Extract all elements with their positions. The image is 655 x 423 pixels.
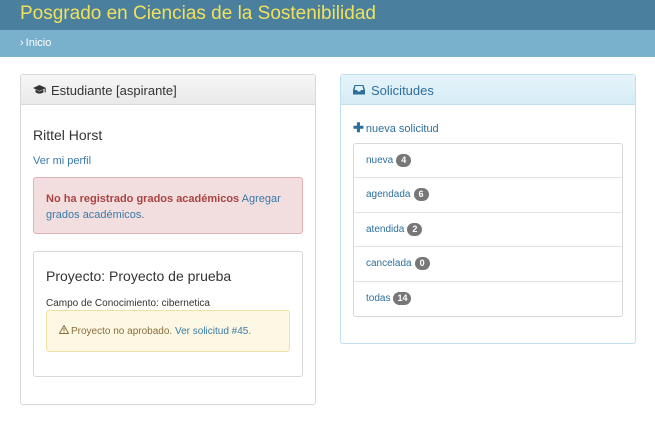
count-badge: 6	[413, 188, 429, 202]
count-badge: 14	[393, 291, 412, 305]
inbox-icon	[353, 84, 369, 98]
requests-panel-header: Solicitudes	[341, 75, 635, 105]
degrees-alert: No ha registrado grados académicos Agreg…	[33, 177, 303, 234]
view-profile-link[interactable]: Ver mi perfil	[33, 155, 91, 167]
top-navbar: Posgrado en Ciencias de la Sostenibilida…	[0, 0, 655, 30]
request-filter-agendada[interactable]: agendada 6	[354, 178, 622, 213]
project-title: Proyecto: Proyecto de prueba	[46, 268, 232, 284]
request-filter-nueva[interactable]: nueva 4	[354, 144, 622, 179]
count-badge: 4	[396, 154, 412, 167]
student-panel-header: Estudiante [aspirante]	[21, 75, 315, 105]
count-badge: 2	[407, 222, 423, 236]
requests-list: nueva 4 agendada 6 atendida 2 cancelada 0 to…	[353, 143, 623, 317]
request-filter-atendida[interactable]: atendida 2	[354, 213, 622, 248]
degrees-alert-message: No ha registrado grados académicos	[46, 193, 240, 205]
graduation-cap-icon	[33, 84, 49, 98]
request-filter-cancelada[interactable]: cancelada 0	[354, 247, 622, 282]
project-warning-alert: Proyecto no aprobado. Ver solicitud #45.	[46, 310, 290, 352]
site-title[interactable]: Posgrado en Ciencias de la Sostenibilida…	[20, 3, 376, 25]
project-card: Proyecto: Proyecto de prueba Campo de Co…	[33, 251, 303, 377]
requests-panel-title: Solicitudes	[371, 83, 434, 98]
new-request-button[interactable]: ✚ nueva solicitud	[353, 120, 439, 136]
breadcrumb-item-home[interactable]: › Inicio	[20, 37, 51, 49]
student-panel-title: Estudiante [aspirante]	[51, 83, 177, 98]
count-badge: 0	[414, 257, 430, 271]
warning-icon	[58, 324, 70, 337]
request-filter-todas[interactable]: todas 14	[354, 282, 622, 316]
view-request-link[interactable]: Ver solicitud #45	[175, 326, 248, 337]
student-panel: Estudiante [aspirante] Rittel Horst Ver …	[20, 74, 316, 405]
knowledge-field: Campo de Conocimiento: cibernetica	[46, 298, 210, 309]
breadcrumb-separator: ›	[20, 37, 24, 49]
project-warning-text: Proyecto no aprobado.	[71, 326, 175, 337]
requests-panel: Solicitudes ✚ nueva solicitud nueva 4 agen…	[340, 74, 636, 344]
plus-icon: ✚	[353, 120, 364, 135]
breadcrumb: › Inicio	[0, 30, 655, 57]
student-name: Rittel Horst	[33, 127, 103, 143]
